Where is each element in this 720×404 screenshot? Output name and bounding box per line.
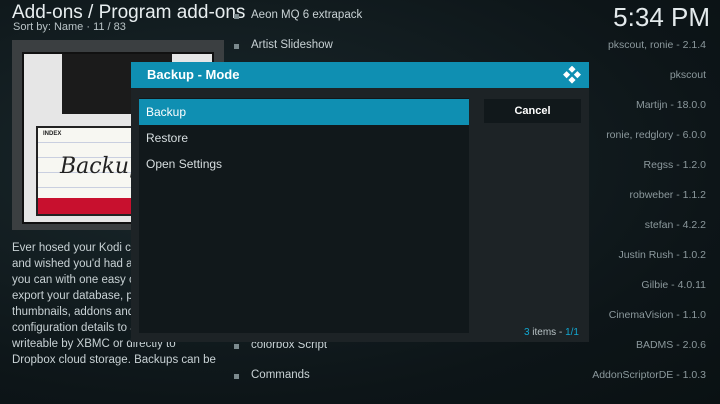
list-item-author: Justin Rush - 1.0.2	[618, 249, 706, 261]
list-item-author: BADMS - 2.0.6	[635, 339, 706, 351]
items-separator: -	[558, 327, 563, 338]
list-item-author: pkscout, ronie - 2.1.4	[607, 39, 706, 51]
bullet-icon	[234, 44, 239, 49]
list-item[interactable]: Commands AddonScriptorDE - 1.0.3	[234, 362, 720, 392]
kodi-logo-icon	[563, 66, 581, 84]
dialog-title: Backup - Mode	[147, 67, 240, 82]
option-restore[interactable]: Restore	[139, 125, 469, 151]
dialog-header: Backup - Mode	[131, 62, 589, 88]
list-item[interactable]: Artist Slideshow pkscout, ronie - 2.1.4	[234, 32, 720, 62]
list-item-author: stefan - 4.2.2	[644, 219, 706, 231]
list-item-author: Gilbie - 4.0.11	[641, 279, 706, 291]
backup-mode-dialog: Backup - Mode Backup Restore Open Settin…	[131, 62, 589, 342]
option-open-settings[interactable]: Open Settings	[139, 151, 469, 177]
items-count-number: 3	[523, 327, 530, 338]
items-count: 3 items - 1/1	[524, 327, 579, 338]
list-item-author: CinemaVision - 1.1.0	[608, 309, 706, 321]
option-label: Restore	[146, 131, 189, 145]
list-item-author: Regss - 1.2.0	[643, 159, 706, 171]
list-item-name: Artist Slideshow	[251, 39, 333, 51]
cancel-button[interactable]: Cancel	[484, 99, 581, 123]
list-item-name: Aeon MQ 6 extrapack	[251, 9, 363, 21]
list-item-author: AddonScriptorDE - 1.0.3	[592, 369, 706, 381]
list-item-author: ronie, redglory - 6.0.0	[606, 129, 706, 141]
list-item-author: robweber - 1.1.2	[629, 189, 706, 201]
items-page: 1/1	[565, 327, 579, 338]
floppy-label-index: INDEX	[43, 131, 62, 137]
options-list: Backup Restore Open Settings	[139, 98, 469, 333]
option-backup[interactable]: Backup	[139, 99, 469, 125]
option-label: Backup	[146, 105, 187, 119]
list-item[interactable]: Aeon MQ 6 extrapack	[234, 2, 720, 32]
list-item-author: pkscout	[669, 69, 706, 81]
list-item-author: Martijn - 18.0.0	[635, 99, 706, 111]
bullet-icon	[234, 14, 239, 19]
bullet-icon	[234, 344, 239, 349]
items-count-word: items	[532, 327, 557, 338]
list-item-name: Commands	[251, 369, 310, 381]
option-label: Open Settings	[146, 157, 223, 171]
sort-info[interactable]: Sort by: Name · 11 / 83	[13, 21, 126, 33]
bullet-icon	[234, 374, 239, 379]
description-line: Dropbox cloud storage. Backups can be	[12, 354, 216, 366]
